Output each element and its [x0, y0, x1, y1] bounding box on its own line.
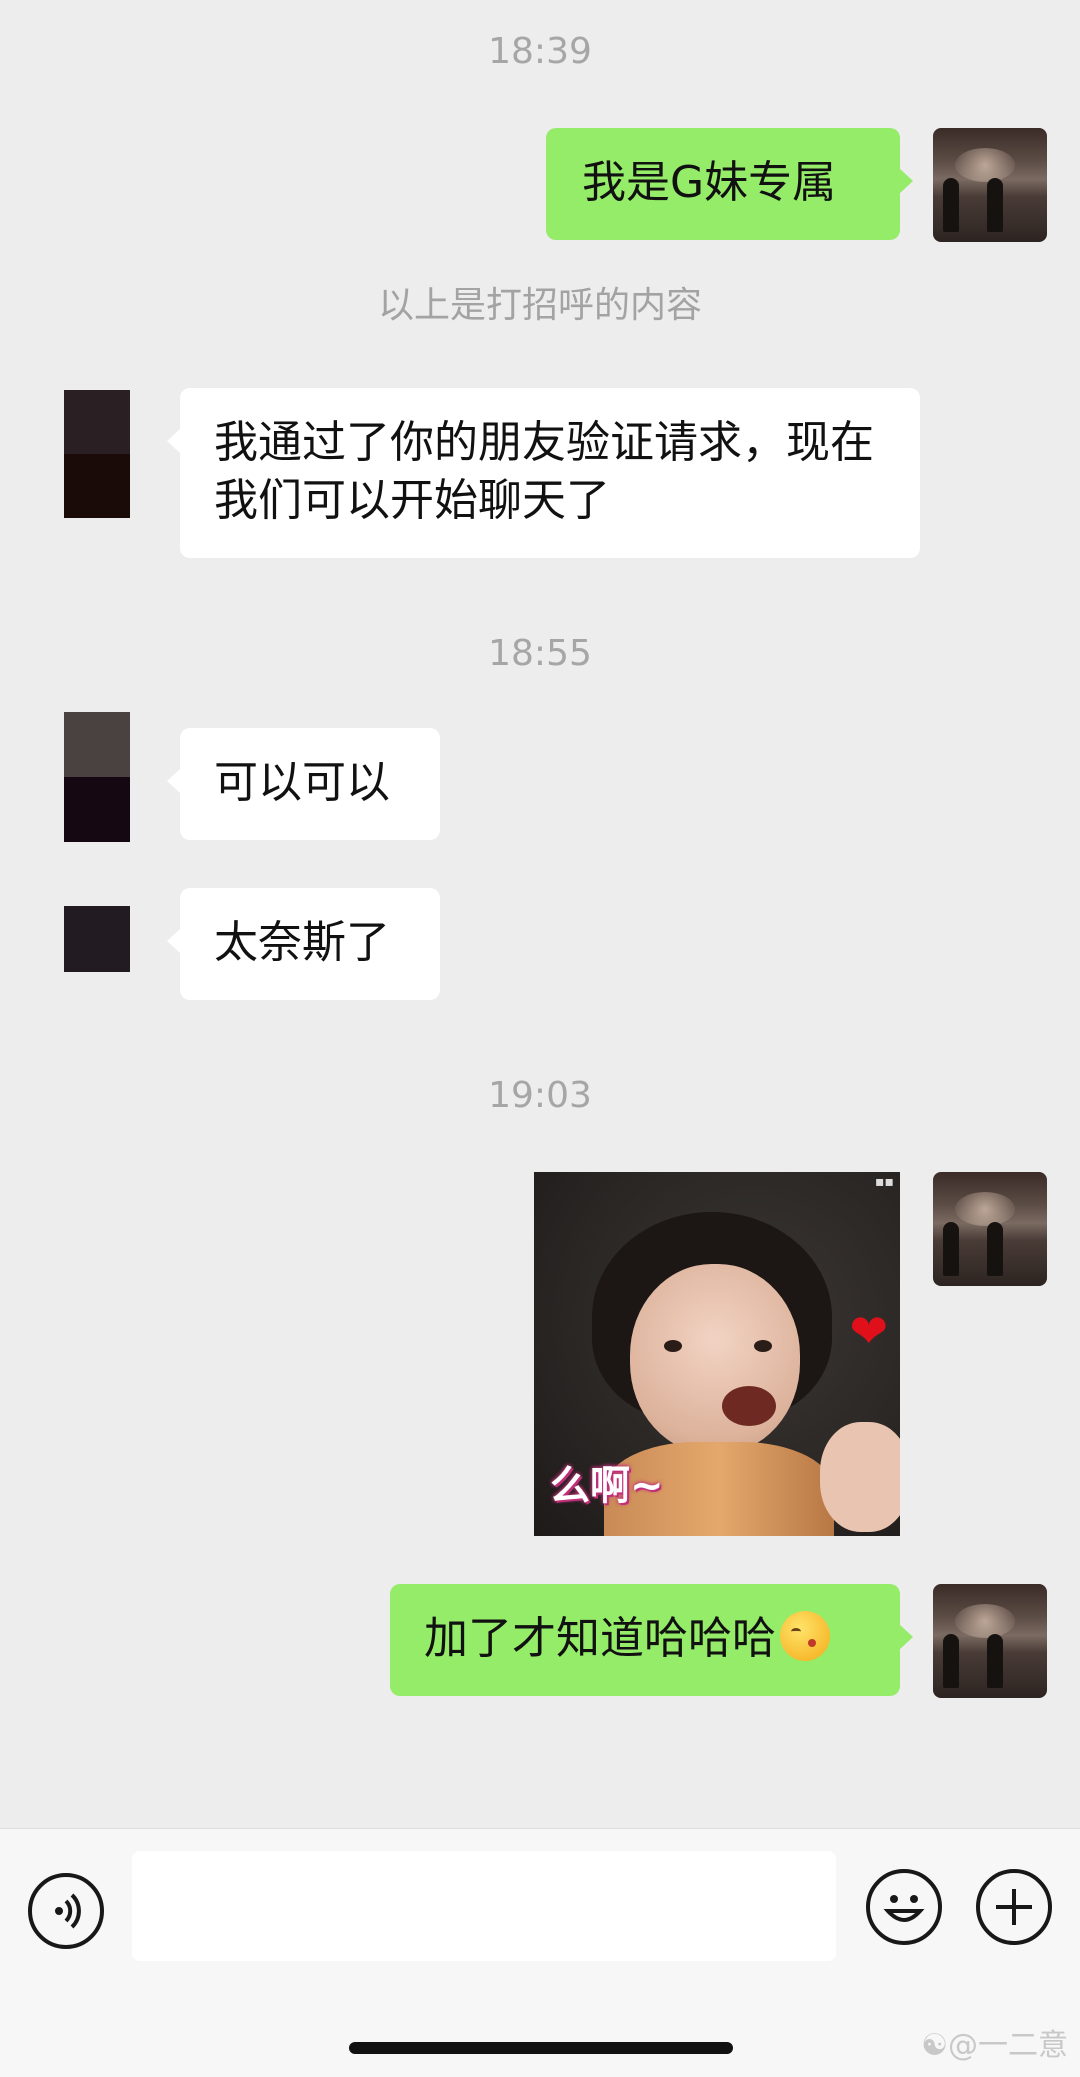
avatar-photo-detail — [955, 1604, 1015, 1638]
my-avatar[interactable] — [933, 1584, 1047, 1698]
watermark-text: @一二意 — [948, 2028, 1068, 2063]
sticker-detail — [754, 1340, 772, 1352]
contact-message-bubble[interactable]: 太奈斯了 — [167, 888, 440, 1000]
contact-avatar[interactable] — [64, 390, 130, 518]
message-text: 太奈斯了 — [214, 917, 390, 968]
sticker-caption: 么啊~ — [550, 1463, 664, 1509]
contact-avatar[interactable] — [64, 712, 130, 842]
avatar-photo-detail — [987, 1634, 1003, 1688]
contact-message-bubble[interactable]: 我通过了你的朋友验证请求，现在我们可以开始聊天了 — [167, 388, 920, 558]
watermark: ☯@一二意 — [921, 2029, 1068, 2063]
sticker-watermark-icon: ▪▪ — [875, 1174, 894, 1190]
weibo-logo-icon: ☯ — [921, 2028, 948, 2063]
avatar-photo-detail — [987, 178, 1003, 232]
message-input[interactable] — [132, 1851, 836, 1961]
voice-icon[interactable] — [28, 1873, 104, 1949]
sticker-detail — [722, 1386, 776, 1426]
home-indicator[interactable] — [349, 2042, 733, 2054]
timestamp: 18:39 — [488, 31, 592, 72]
timestamp: 18:55 — [488, 633, 592, 674]
sticker-detail — [630, 1264, 800, 1454]
avatar-photo-detail — [955, 1192, 1015, 1226]
input-bar: ☯@一二意 — [0, 1828, 1080, 2077]
sticker-detail — [820, 1422, 900, 1532]
my-message-bubble[interactable]: 我是G妹专属 — [546, 128, 913, 240]
my-avatar[interactable] — [933, 1172, 1047, 1286]
message-text: 加了才知道哈哈哈 — [424, 1613, 776, 1664]
my-avatar[interactable] — [933, 128, 1047, 242]
kissing-face-emoji — [780, 1611, 830, 1661]
avatar-photo-detail — [943, 1222, 959, 1276]
message-text: 我是G妹专属 — [582, 157, 837, 208]
avatar-photo-detail — [943, 1634, 959, 1688]
sticker-image[interactable]: ▪▪ ❤ 么啊~ — [534, 1172, 900, 1536]
contact-message-bubble[interactable]: 可以可以 — [167, 728, 440, 840]
heart-icon: ❤ — [849, 1304, 888, 1358]
avatar-photo-detail — [955, 148, 1015, 182]
plus-icon[interactable] — [976, 1869, 1052, 1945]
avatar-photo-detail — [943, 178, 959, 232]
message-text: 可以可以 — [214, 757, 390, 808]
message-text: 我通过了你的朋友验证请求，现在我们可以开始聊天了 — [214, 417, 874, 526]
system-message: 以上是打招呼的内容 — [377, 285, 702, 326]
emoji-icon[interactable] — [866, 1869, 942, 1945]
chat-area[interactable]: 18:39 我是G妹专属 以上是打招呼的内容 我通过了你的朋友验证请求，现在我们… — [0, 0, 1080, 1828]
sticker-detail — [664, 1340, 682, 1352]
avatar-photo-detail — [987, 1222, 1003, 1276]
contact-avatar[interactable] — [64, 906, 130, 972]
my-message-bubble[interactable]: 加了才知道哈哈哈 — [390, 1584, 913, 1696]
timestamp: 19:03 — [488, 1075, 592, 1116]
